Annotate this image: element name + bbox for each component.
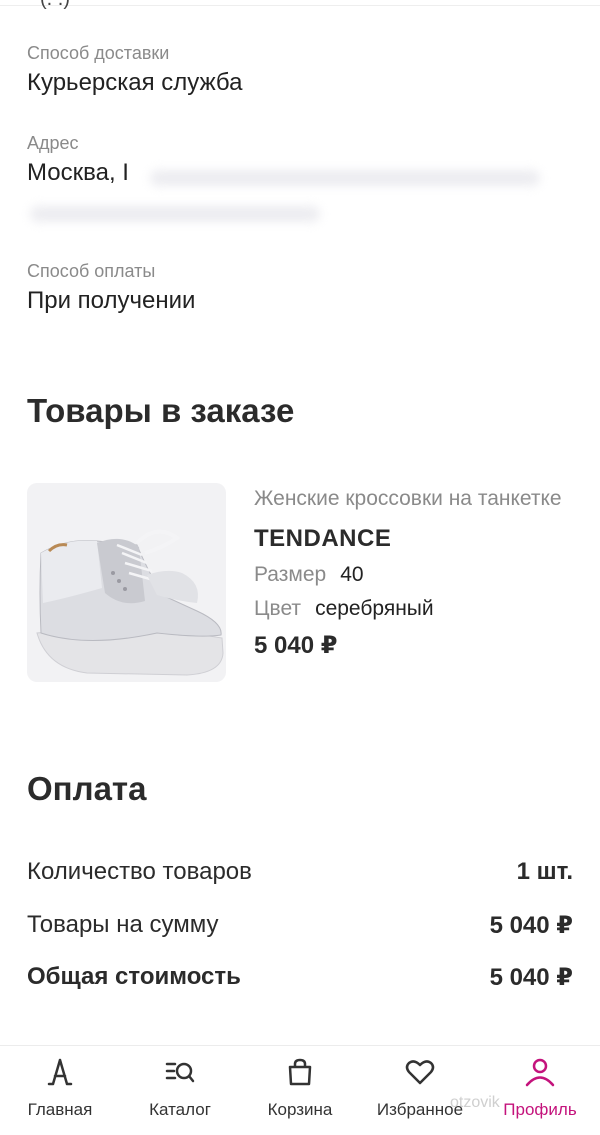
nav-item-home[interactable]: Главная [0, 1056, 120, 1120]
nav-item-catalog[interactable]: Каталог [120, 1056, 240, 1120]
items-section-title: Товары в заказе [27, 392, 295, 429]
address-label: Адрес [27, 133, 79, 153]
payment-method-value: При получении [27, 287, 196, 314]
heart-icon [405, 1060, 435, 1085]
quantity-label: Количество товаров [27, 858, 252, 885]
address-redacted-line [150, 170, 540, 186]
color-label: Цвет [254, 597, 302, 620]
order-product-card[interactable]: Женские кроссовки на танкетке TENDANCE Р… [27, 483, 573, 683]
delivery-method-label: Способ доставки [27, 43, 170, 63]
payment-method-field: Способ оплаты При получении [27, 260, 195, 316]
profile-icon [525, 1058, 555, 1087]
address-value: Москва, I [27, 159, 129, 186]
delivery-method-field: Способ доставки Курьерская служба [27, 42, 242, 98]
address-field: Адрес Москва, I [27, 132, 129, 188]
quantity-value: 1 шт. [516, 858, 573, 885]
payment-method-label: Способ оплаты [27, 261, 156, 281]
size-label: Размер [254, 563, 327, 586]
previous-field-cut-off: (. .) [0, 0, 600, 10]
watermark-logo: otzovik [450, 1094, 500, 1111]
product-color-row: Цвет серебряный [254, 597, 574, 621]
sneaker-image[interactable] [27, 483, 226, 682]
product-name[interactable]: Женские кроссовки на танкетке [254, 485, 574, 513]
total-value: 5 040 ₽ [489, 964, 573, 991]
product-info: Женские кроссовки на танкетке TENDANCE Р… [254, 485, 574, 660]
delivery-method-value: Курьерская служба [27, 69, 243, 96]
bottom-navigation: Главная Каталог Корзина Избранное Профил… [0, 1045, 600, 1135]
address-redacted-line-2 [30, 206, 320, 222]
product-size-row: Размер 40 [254, 563, 574, 587]
catalog-search-icon [165, 1062, 195, 1083]
nav-label-cart: Корзина [267, 1100, 333, 1119]
bag-icon [288, 1058, 312, 1086]
product-brand: TENDANCE [254, 525, 392, 552]
home-tower-icon [47, 1058, 73, 1086]
product-price: 5 040 ₽ [254, 632, 338, 659]
nav-item-cart[interactable]: Корзина [240, 1056, 360, 1120]
subtotal-label: Товары на сумму [27, 911, 219, 938]
nav-label-catalog: Каталог [149, 1100, 211, 1119]
color-value: серебряный [315, 597, 434, 620]
nav-label-home: Главная [27, 1100, 93, 1119]
subtotal-value: 5 040 ₽ [489, 912, 573, 939]
payment-section-title: Оплата [27, 770, 147, 807]
total-label: Общая стоимость [27, 963, 241, 990]
size-value: 40 [340, 563, 364, 586]
